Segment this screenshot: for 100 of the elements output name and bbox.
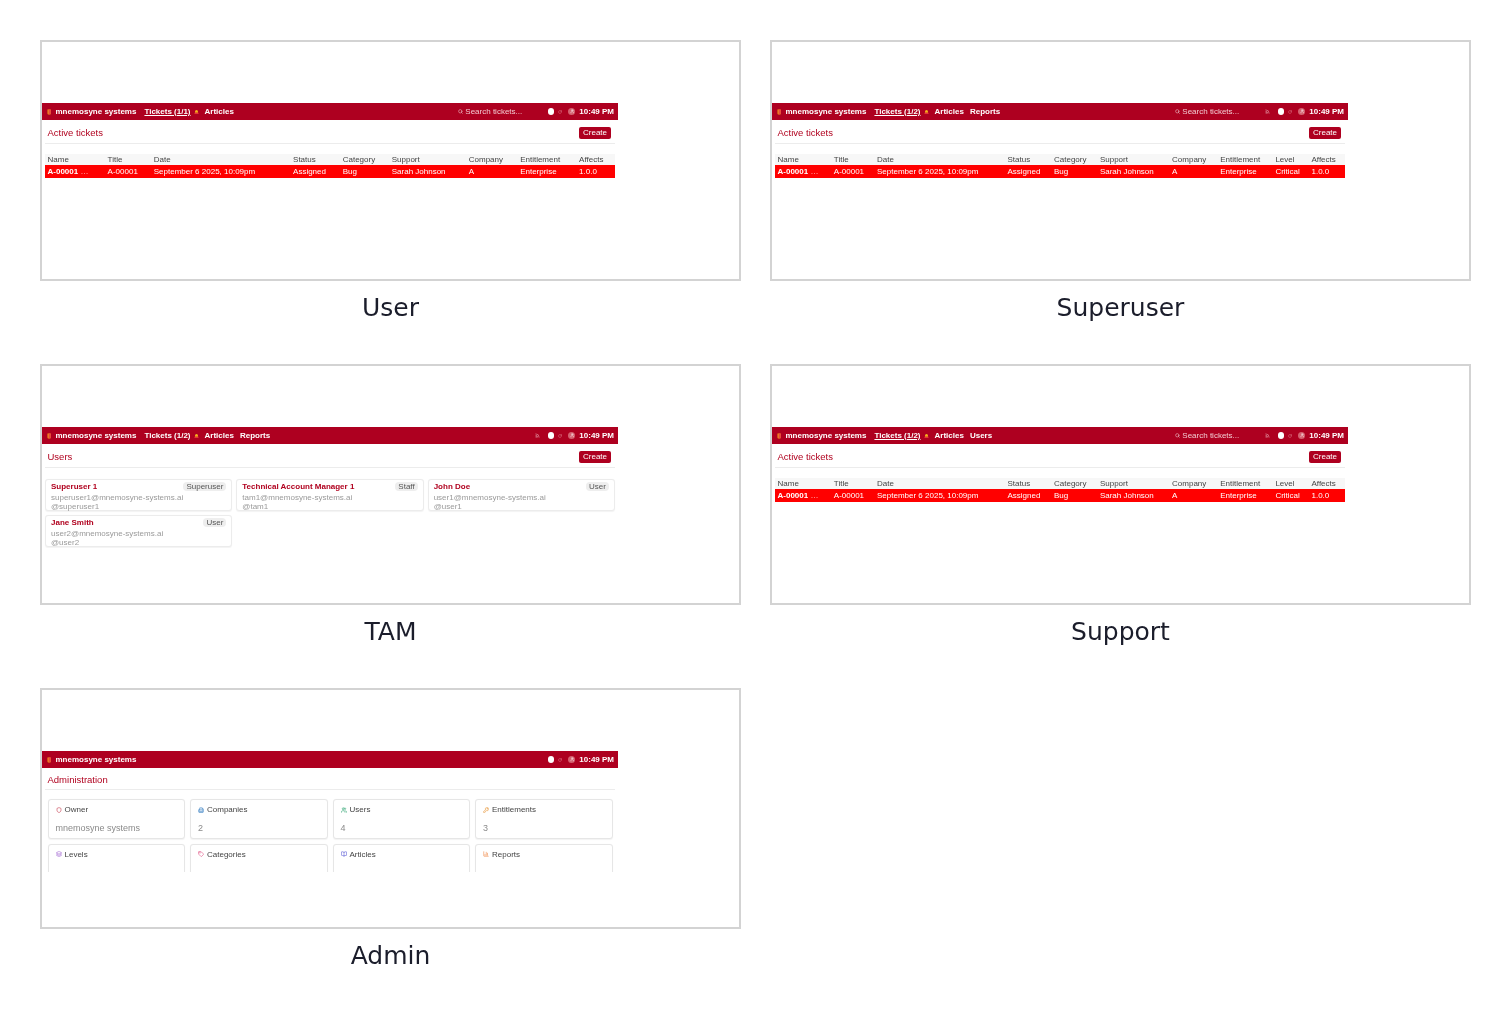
column-header: Entitlement [1217, 154, 1273, 165]
admin-card[interactable]: Users 4 [332, 799, 470, 839]
user-email: tam1@mnemosyne-systems.ai [242, 492, 353, 502]
avatar-icon[interactable] [568, 756, 576, 763]
create-button[interactable]: Create [1309, 127, 1341, 139]
users-icon [340, 806, 347, 813]
admin-card[interactable]: Companies 2 [190, 799, 328, 839]
table-cell: 1.0.0 [576, 165, 615, 178]
column-header: Title [831, 154, 875, 165]
theme-toggle[interactable] [547, 756, 555, 763]
shield-icon [55, 806, 62, 813]
card-label: Users [349, 805, 371, 814]
logo-icon [47, 108, 52, 115]
table-cell: A-00001 … [775, 165, 832, 178]
avatar-icon[interactable] [568, 108, 576, 115]
rss-icon[interactable] [1264, 433, 1270, 438]
column-header: Company [466, 154, 518, 165]
screenshot-caption: Admin [350, 941, 431, 971]
column-header: Title [831, 478, 875, 489]
column-header: Date [874, 154, 1005, 165]
theme-toggle[interactable] [1277, 108, 1285, 115]
nav-tab[interactable]: Tickets (1/2) [874, 106, 921, 117]
column-header: Level [1272, 154, 1309, 165]
nav-tab[interactable]: Tickets (1/1) [144, 106, 191, 117]
building-icon [198, 806, 204, 813]
card-label: Categories [207, 849, 246, 859]
table-cell: Assigned [290, 165, 341, 178]
avatar-icon[interactable] [1298, 432, 1306, 439]
logo-icon [47, 756, 52, 763]
admin-card[interactable]: Categories [190, 843, 328, 872]
clock: 10:49 PM [1309, 106, 1344, 117]
layers-icon [55, 851, 62, 858]
theme-toggle[interactable] [547, 432, 555, 439]
user-email: user2@mnemosyne-systems.ai [51, 528, 164, 538]
column-header: Affects [1309, 478, 1345, 489]
user-card[interactable]: Jane Smith User user2@mnemosyne-systems.ai @user2 [45, 515, 233, 547]
card-value: 4 [340, 823, 346, 833]
table-cell: Critical [1272, 165, 1309, 178]
user-card[interactable]: Superuser 1 Superuser superuser1@mnemosyne-systems.ai @superuser1 [45, 479, 233, 511]
user-name: Superuser 1 [51, 482, 98, 491]
user-card[interactable]: Technical Account Manager 1 Staff tam1@mnemosyne-systems.ai @tam1 [236, 479, 424, 511]
admin-card[interactable]: Reports [475, 843, 613, 872]
user-name: Jane Smith [51, 518, 94, 527]
table-cell: September 6 2025, 10:09pm [151, 165, 291, 178]
page-title: Active tickets [777, 452, 833, 462]
column-header: Name [45, 154, 106, 165]
role-badge: Superuser [183, 482, 227, 491]
create-button[interactable]: Create [579, 451, 611, 463]
card-label: Entitlements [492, 805, 537, 814]
nav-tab[interactable]: Tickets (1/2) [874, 430, 921, 441]
table-cell: Sarah Johnson [1097, 489, 1170, 502]
create-button[interactable]: Create [579, 127, 611, 139]
logo-icon [777, 108, 782, 115]
book-icon [340, 851, 347, 858]
nav-tab[interactable]: Articles [934, 106, 964, 117]
admin-card[interactable]: Articles [332, 843, 470, 872]
page-title: Administration [47, 775, 108, 785]
bar-chart-icon [483, 851, 489, 858]
card-label: Articles [349, 849, 376, 859]
nav-tab[interactable]: Articles [934, 430, 964, 441]
admin-card[interactable]: Levels [47, 843, 185, 872]
table-cell: September 6 2025, 10:09pm [874, 489, 1005, 502]
avatar-icon[interactable] [1298, 108, 1306, 115]
screenshot-caption: Support [1071, 617, 1170, 647]
table-cell: A-00001 [831, 165, 875, 178]
column-header: Category [340, 154, 390, 165]
user-card[interactable]: John Doe User user1@mnemosyne-systems.ai @user1 [427, 479, 615, 511]
rss-icon[interactable] [1264, 109, 1270, 114]
column-header: Company [1169, 154, 1218, 165]
theme-toggle[interactable] [1277, 432, 1285, 439]
page-title: Active tickets [777, 128, 833, 138]
nav-tab[interactable]: Tickets (1/2) [144, 430, 191, 441]
clock: 10:49 PM [579, 430, 614, 441]
admin-card[interactable]: Owner mnemosyne systems [47, 799, 185, 839]
user-name: John Doe [433, 482, 471, 491]
search-field[interactable]: Search tickets... [1182, 430, 1257, 441]
column-header: Company [1169, 478, 1218, 489]
search-icon [1174, 109, 1180, 114]
column-header: Category [1051, 478, 1098, 489]
rss-icon[interactable] [534, 433, 540, 438]
table-cell: Sarah Johnson [389, 165, 467, 178]
nav-tab[interactable]: Reports [239, 430, 271, 441]
search-field[interactable]: Search tickets... [1182, 106, 1257, 117]
nav-tab[interactable]: Articles [204, 430, 234, 441]
theme-toggle[interactable] [547, 108, 555, 115]
card-label: Companies [207, 805, 248, 814]
screenshot-caption: TAM [364, 617, 417, 647]
page-title: Active tickets [47, 128, 103, 138]
search-field[interactable]: Search tickets... [465, 106, 540, 117]
brand-name: mnemosyne systems [785, 106, 867, 117]
card-value: 2 [198, 823, 203, 833]
brand-name: mnemosyne systems [55, 430, 137, 441]
create-button[interactable]: Create [1309, 451, 1341, 463]
admin-card[interactable]: Entitlements 3 [475, 799, 613, 839]
nav-tab[interactable]: Articles [204, 106, 234, 117]
avatar-icon[interactable] [568, 432, 576, 439]
nav-tab[interactable]: Reports [969, 106, 1001, 117]
nav-tab[interactable]: Users [969, 430, 993, 441]
role-badge: Staff [395, 482, 418, 491]
clock: 10:49 PM [579, 754, 614, 765]
